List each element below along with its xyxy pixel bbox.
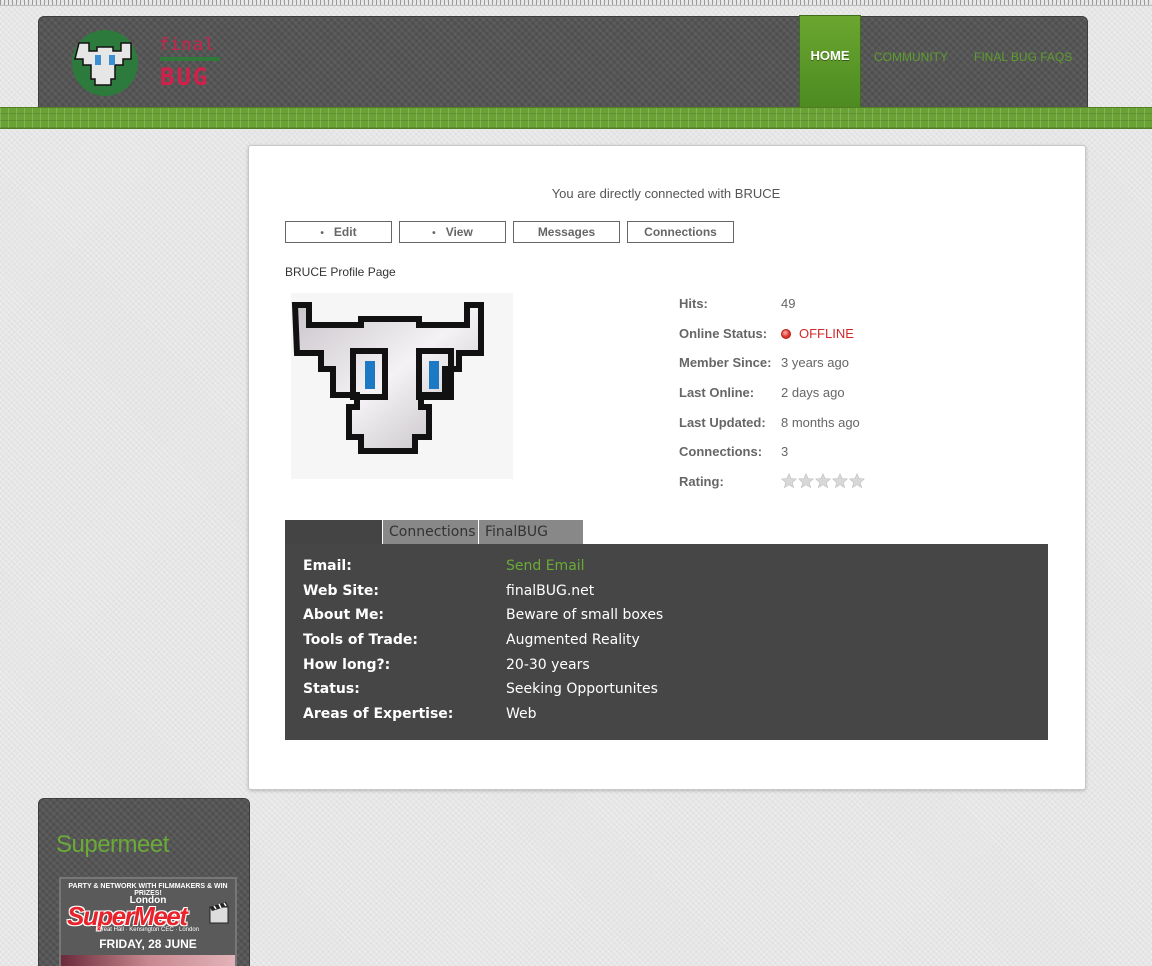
- detail-value: Seeking Opportunites: [506, 681, 658, 697]
- detail-about-me: About Me: Beware of small boxes: [303, 607, 1003, 629]
- detail-value: Augmented Reality: [506, 632, 640, 648]
- logo-word-final: final: [159, 35, 216, 55]
- star-icon[interactable]: [849, 473, 865, 489]
- star-icon[interactable]: [798, 473, 814, 489]
- connections-button[interactable]: Connections: [627, 221, 734, 243]
- stat-value: 8 months ago: [781, 414, 860, 430]
- stat-label: Member Since:: [679, 355, 772, 371]
- stat-label: Online Status:: [679, 325, 768, 341]
- detail-status: Status: Seeking Opportunites: [303, 681, 1003, 703]
- stat-label: Hits:: [679, 296, 708, 311]
- messages-button[interactable]: Messages: [513, 221, 620, 243]
- detail-value: Beware of small boxes: [506, 607, 664, 623]
- clapperboard-icon: [209, 902, 229, 924]
- tab-basic-info[interactable]: [285, 520, 382, 544]
- tab-finalbug-blog[interactable]: FinalBUG Blog: [479, 520, 583, 564]
- stat-value: 3: [781, 444, 789, 460]
- supermeet-ad-banner[interactable]: PARTY & NETWORK WITH FILMMAKERS & WIN PR…: [59, 877, 237, 966]
- stat-value: 3 years ago: [781, 355, 849, 371]
- send-email-link[interactable]: Send Email: [506, 558, 585, 574]
- ad-date: FRIDAY, 28 JUNE: [99, 937, 197, 951]
- stat-label: Connections:: [679, 444, 763, 460]
- detail-label: Web Site:: [303, 583, 380, 599]
- star-icon[interactable]: [832, 473, 848, 489]
- edit-button-label: Edit: [333, 225, 357, 239]
- detail-value: Web: [506, 706, 537, 722]
- view-button-label: View: [445, 225, 473, 239]
- profile-card: You are directly connected with BRUCE • E…: [248, 145, 1086, 790]
- stat-rating: Rating:: [679, 473, 1059, 504]
- detail-tools-of-trade: Tools of Trade: Augmented Reality: [303, 632, 1003, 654]
- logo-divider: [160, 57, 220, 61]
- sidebar-supermeet: Supermeet PARTY & NETWORK WITH FILMMAKER…: [38, 798, 250, 966]
- stat-member-since: Member Since: 3 years ago: [679, 355, 1059, 385]
- detail-areas-of-expertise: Areas of Expertise: Web: [303, 706, 1003, 728]
- detail-website: Web Site: finalBUG.net: [303, 583, 1003, 605]
- detail-label: Status:: [303, 681, 360, 697]
- bullet-icon: •: [432, 228, 436, 239]
- online-status-value: OFFLINE: [781, 326, 854, 341]
- detail-label: Areas of Expertise:: [303, 706, 454, 722]
- stat-value: 2 days ago: [781, 385, 845, 401]
- rating-stars[interactable]: [781, 473, 865, 489]
- top-ruler: [0, 0, 1152, 6]
- nav-community[interactable]: COMMUNITY: [874, 50, 948, 64]
- connection-status-message: You are directly connected with BRUCE: [551, 186, 781, 201]
- offline-indicator-icon: [781, 328, 791, 339]
- detail-label: Email:: [303, 558, 352, 574]
- profile-details-panel: Email: Send Email Web Site: finalBUG.net…: [285, 544, 1048, 740]
- stat-last-online: Last Online: 2 days ago: [679, 385, 1059, 415]
- offline-text: OFFLINE: [799, 325, 854, 341]
- edit-button[interactable]: • Edit: [285, 221, 392, 243]
- bullet-icon: •: [320, 228, 324, 239]
- ad-venue: Great Hall · Kensington CEC · London: [96, 927, 200, 933]
- view-button[interactable]: • View: [399, 221, 506, 243]
- profile-avatar: [291, 293, 513, 479]
- finalbug-logo-icon[interactable]: [69, 29, 141, 97]
- detail-how-long: How long?: 20-30 years: [303, 657, 1003, 679]
- stat-label: Last Updated:: [679, 414, 766, 430]
- star-icon[interactable]: [815, 473, 831, 489]
- detail-email: Email: Send Email: [303, 558, 1003, 580]
- sidebar-title: Supermeet: [56, 831, 169, 858]
- stat-connections: Connections: 3: [679, 444, 1059, 474]
- profile-stats: Hits: 49 Online Status: OFFLINE Member S…: [679, 296, 1059, 504]
- nav-final-bug-faqs[interactable]: FINAL BUG FAQS: [974, 50, 1072, 64]
- site-header: final BUG HOME COMMUNITY FINAL BUG FAQS: [38, 15, 1088, 111]
- profile-page-title: BRUCE Profile Page: [285, 265, 396, 279]
- stat-hits: Hits: 49: [679, 296, 1059, 326]
- stat-value: 49: [781, 296, 796, 311]
- stat-online-status: Online Status: OFFLINE: [679, 326, 1059, 356]
- logo-word-bug: BUG: [160, 63, 210, 91]
- detail-value: finalBUG.net: [506, 583, 595, 599]
- tab-connections[interactable]: Connections: [383, 520, 478, 544]
- stat-label: Last Online:: [679, 385, 755, 401]
- detail-label: Tools of Trade:: [303, 632, 418, 648]
- ad-photo: [61, 955, 235, 966]
- header-green-stripe: [0, 107, 1152, 129]
- detail-label: About Me:: [303, 607, 385, 623]
- star-icon[interactable]: [781, 473, 797, 489]
- stat-last-updated: Last Updated: 8 months ago: [679, 415, 1059, 445]
- detail-value: 20-30 years: [506, 657, 590, 673]
- stat-label: Rating:: [679, 474, 724, 490]
- detail-label: How long?:: [303, 657, 391, 673]
- nav-home[interactable]: HOME: [799, 15, 861, 111]
